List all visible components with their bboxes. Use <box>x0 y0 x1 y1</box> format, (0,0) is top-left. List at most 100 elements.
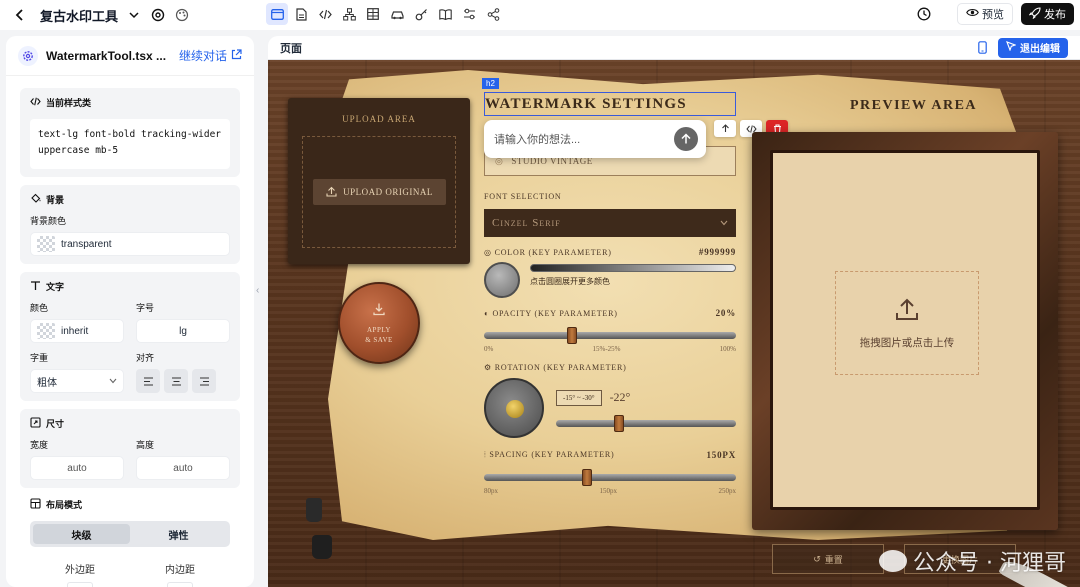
opacity-icon: ◐ <box>484 308 490 318</box>
spacing-slider[interactable] <box>484 469 736 486</box>
height-label: 高度 <box>136 440 155 450</box>
mobile-device-icon[interactable] <box>972 38 992 58</box>
background-color-field[interactable]: transparent <box>30 232 230 256</box>
color-picker-knob[interactable] <box>484 262 520 298</box>
drop-zone-text: 拖拽图片或点击上传 <box>859 337 955 349</box>
apply-label: APPLY <box>367 325 391 334</box>
book-icon[interactable] <box>434 3 456 25</box>
rocket-icon <box>1028 6 1041 22</box>
upload-original-label: UPLOAD ORIGINAL <box>343 187 433 197</box>
color-value: #999999 <box>698 247 736 257</box>
eye-icon <box>966 8 979 20</box>
transparent-swatch-icon <box>37 236 55 252</box>
download-icon <box>372 302 386 319</box>
structure-icon[interactable] <box>338 3 360 25</box>
layout-flex-option[interactable]: 弹性 <box>130 524 227 544</box>
align-center-icon[interactable] <box>164 369 188 393</box>
editor-toolbar <box>266 3 504 25</box>
align-right-icon[interactable] <box>192 369 216 393</box>
width-label: 宽度 <box>30 440 49 450</box>
padding-input[interactable]: - <box>167 582 193 587</box>
resize-icon <box>30 417 41 430</box>
background-color-label: 背景颜色 <box>30 216 67 226</box>
car-icon[interactable] <box>386 3 408 25</box>
palette-icon[interactable] <box>174 7 190 23</box>
history-icon[interactable] <box>913 3 935 25</box>
transparent-swatch-icon <box>37 323 55 339</box>
font-size-field[interactable]: lg <box>136 319 230 343</box>
preview-drop-zone[interactable]: 拖拽图片或点击上传 <box>835 271 979 375</box>
opacity-tick: 15%-25% <box>592 345 621 353</box>
layout-section: 布局模式 块级 弹性 外边距 内边距 - - <box>20 498 240 587</box>
rotation-slider[interactable] <box>556 414 736 432</box>
width-input[interactable]: auto <box>30 456 124 480</box>
ink-bottle-icon <box>312 535 332 559</box>
exit-edit-button[interactable]: 退出编辑 <box>998 37 1068 58</box>
send-arrow-icon[interactable] <box>674 127 698 151</box>
publish-label: 发布 <box>1044 9 1066 21</box>
sliders-icon[interactable] <box>458 3 480 25</box>
select-parent-icon[interactable] <box>714 120 736 137</box>
text-title: 文字 <box>46 282 65 292</box>
settings-icon[interactable] <box>150 7 166 23</box>
color-hint: 点击圆圈展开更多颜色 <box>530 277 610 286</box>
ai-chat-input[interactable]: 请输入你的想法... <box>484 120 706 158</box>
margin-input[interactable]: - <box>67 582 93 587</box>
color-gradient-bar[interactable] <box>530 264 736 272</box>
preview-button[interactable]: 预览 <box>957 3 1013 25</box>
upload-drop-zone[interactable]: UPLOAD ORIGINAL <box>302 136 456 248</box>
font-weight-select[interactable]: 粗体 <box>30 369 124 393</box>
text-color-field[interactable]: inherit <box>30 319 124 343</box>
top-bar: 复古水印工具 预览 发布 <box>0 0 1080 30</box>
rotation-key-label: (KEY PARAMETER) <box>543 363 627 372</box>
page-title: 页面 <box>280 42 302 55</box>
chevron-down-icon <box>720 217 728 229</box>
style-class-line: text-lg font-bold tracking-wider <box>38 129 222 140</box>
layout-block-option[interactable]: 块级 <box>33 524 130 544</box>
settings-title[interactable]: WATERMARK SETTINGS <box>484 92 736 116</box>
height-input[interactable]: auto <box>136 456 230 480</box>
style-class-title: 当前样式类 <box>46 98 92 108</box>
style-class-value[interactable]: text-lg font-bold tracking-wider upperca… <box>30 119 230 169</box>
continue-chat-link[interactable]: 继续对话 <box>179 47 242 64</box>
apply-save-button[interactable]: APPLY & SAVE <box>338 282 420 364</box>
back-icon[interactable] <box>12 7 28 23</box>
key-icon[interactable] <box>410 3 432 25</box>
rotation-label: ROTATION <box>494 363 541 372</box>
spacing-key-label: (KEY PARAMETER) <box>531 450 615 459</box>
cursor-edit-icon <box>1006 41 1017 54</box>
padding-label: 内边距 <box>165 565 195 576</box>
rotation-param-row: ⚙ ROTATION (KEY PARAMETER) <box>484 363 736 372</box>
share-icon[interactable] <box>482 3 504 25</box>
rotation-knob[interactable] <box>484 378 544 438</box>
code-icon[interactable] <box>314 3 336 25</box>
gear-icon <box>18 45 38 66</box>
text-align-group <box>136 369 230 393</box>
chevron-down-icon[interactable] <box>126 7 142 23</box>
publish-button[interactable]: 发布 <box>1021 3 1074 25</box>
opacity-slider-thumb[interactable] <box>567 327 578 344</box>
rotation-slider-thumb[interactable] <box>614 414 624 432</box>
upload-original-button[interactable]: UPLOAD ORIGINAL <box>313 179 446 205</box>
text-color-label: 颜色 <box>30 303 49 313</box>
color-param-row: ◎ COLOR (KEY PARAMETER) #999999 <box>484 247 736 257</box>
opacity-value: 20% <box>715 308 736 318</box>
document-icon[interactable] <box>290 3 312 25</box>
reset-button[interactable]: ↺ 重置 <box>772 544 884 574</box>
continue-chat-label: 继续对话 <box>178 49 227 63</box>
table-icon[interactable] <box>362 3 384 25</box>
rotation-value: -22° <box>609 390 631 404</box>
spacing-slider-thumb[interactable] <box>582 469 593 486</box>
opacity-slider[interactable] <box>484 327 736 344</box>
spacing-value: 150PX <box>706 450 736 460</box>
collapse-panel-icon[interactable]: ‹ <box>256 285 259 296</box>
layout-view-icon[interactable] <box>266 3 288 25</box>
opacity-tick: 100% <box>719 345 736 353</box>
font-select[interactable]: Cinzel Serif <box>484 209 736 237</box>
align-left-icon[interactable] <box>136 369 160 393</box>
font-size-value: lg <box>179 325 187 337</box>
text-align-label: 对齐 <box>136 353 155 363</box>
upload-icon <box>326 186 337 199</box>
chevron-down-icon <box>109 376 117 387</box>
background-card: 背景 背景颜色 transparent <box>20 185 240 264</box>
